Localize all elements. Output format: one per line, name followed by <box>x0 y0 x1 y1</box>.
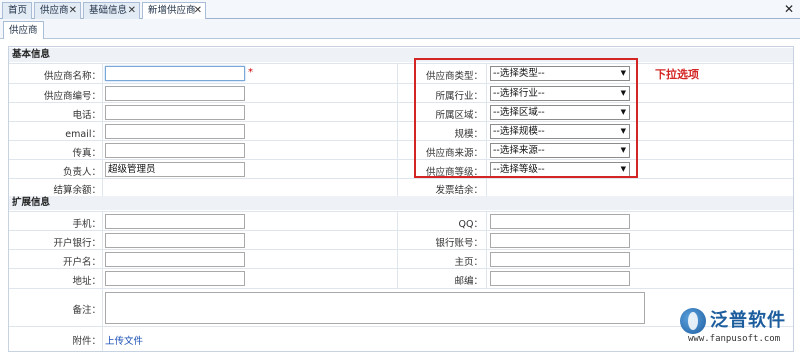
section-basic-info: 基本信息 <box>9 48 793 62</box>
tab-basic-info[interactable]: 基础信息 ✕ <box>83 2 140 19</box>
postcode-input[interactable] <box>490 271 630 286</box>
annotation-label: 下拉选项 <box>655 68 699 81</box>
field-label: 负责人： <box>62 167 101 178</box>
logo-icon <box>680 308 706 334</box>
form-row: 开户名： 主页： <box>9 249 793 268</box>
form-row: 传真： 供应商来源： --选择来源-- ▼ <box>9 140 793 159</box>
field-label: 开户银行： <box>53 238 101 249</box>
fax-input[interactable] <box>105 143 245 158</box>
tab-supplier[interactable]: 供应商 ✕ <box>34 2 81 19</box>
field-label: 电话： <box>72 110 101 121</box>
form-row: 结算余额： 发票结余： <box>9 178 793 196</box>
bank-input[interactable] <box>105 233 245 248</box>
form-row: 地址： 邮编： <box>9 268 793 288</box>
qq-input[interactable] <box>490 214 630 229</box>
form-row: email： 规模： --选择规模-- ▼ <box>9 121 793 140</box>
sub-tab-bar: 供应商 <box>0 19 800 39</box>
field-label: 手机： <box>72 219 101 230</box>
close-window-icon[interactable]: ✕ <box>784 2 794 16</box>
upload-file-link[interactable]: 上传文件 <box>105 333 143 347</box>
tab-home[interactable]: 首页 <box>2 2 32 19</box>
field-label: 结算余额： <box>53 185 101 196</box>
tab-bar: 首页 供应商 ✕ 基础信息 ✕ 新增供应商 ✕ ✕ <box>0 0 800 20</box>
tab-label: 新增供应商 <box>148 5 196 16</box>
address-input[interactable] <box>105 271 245 286</box>
tab-new-supplier[interactable]: 新增供应商 ✕ <box>142 2 206 20</box>
manager-input[interactable]: 超级管理员 <box>105 162 245 177</box>
field-label: 银行账号： <box>435 238 483 249</box>
close-icon[interactable]: ✕ <box>194 3 202 19</box>
email-input[interactable] <box>105 124 245 139</box>
field-label: email： <box>65 129 101 140</box>
field-label: 邮编： <box>454 276 483 287</box>
field-label: 传真： <box>72 148 101 159</box>
field-label: 附件： <box>72 336 101 347</box>
close-icon[interactable]: ✕ <box>69 3 77 19</box>
field-label: 开户名： <box>62 257 101 268</box>
tab-label: 首页 <box>8 5 28 16</box>
bank-account-input[interactable] <box>490 233 630 248</box>
form-row: 供应商编号： 所属行业： --选择行业-- ▼ <box>9 83 793 102</box>
supplier-code-input[interactable] <box>105 86 245 101</box>
field-label: 主页： <box>454 257 483 268</box>
field-label: 供应商名称： <box>43 71 101 82</box>
phone-input[interactable] <box>105 105 245 120</box>
account-name-input[interactable] <box>105 252 245 267</box>
field-label: 地址： <box>72 276 101 287</box>
close-icon[interactable]: ✕ <box>128 3 136 19</box>
brand-logo: 泛普软件 www.fanpusoft.com <box>676 302 794 346</box>
sub-tab-supplier[interactable]: 供应商 <box>3 21 44 39</box>
field-label: 发票结余： <box>435 185 483 196</box>
supplier-name-input[interactable] <box>105 66 245 81</box>
mobile-input[interactable] <box>105 214 245 229</box>
form-row: 手机： QQ： <box>9 211 793 230</box>
field-label: 供应商编号： <box>43 91 101 102</box>
form-row: 开户银行： 银行账号： <box>9 230 793 249</box>
form-row: 负责人： 超级管理员 供应商等级： --选择等级-- ▼ <box>9 159 793 178</box>
logo-url: www.fanpusoft.com <box>688 334 781 344</box>
section-extended-info: 扩展信息 <box>9 196 793 210</box>
field-label: 备注： <box>72 305 101 316</box>
tab-label: 供应商 <box>40 5 69 16</box>
homepage-input[interactable] <box>490 252 630 267</box>
required-mark: * <box>248 67 253 78</box>
logo-name: 泛普软件 <box>710 310 786 331</box>
form-row: 电话： 所属区域： --选择区域-- ▼ <box>9 102 793 121</box>
annotation-highlight-box <box>414 58 638 178</box>
remark-textarea[interactable] <box>105 292 645 324</box>
tab-label: 基础信息 <box>89 5 128 16</box>
field-label: QQ： <box>458 219 483 230</box>
